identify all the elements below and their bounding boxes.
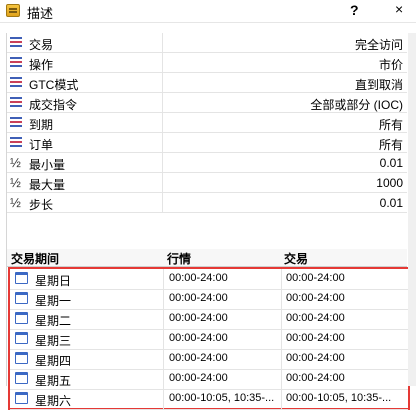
- property-value: 全部或部分 (IOC): [310, 98, 403, 112]
- property-label: 到期: [29, 118, 54, 132]
- property-value: 所有: [378, 138, 403, 152]
- property-label: 订单: [29, 138, 54, 152]
- property-label: 最小量: [29, 158, 66, 172]
- session-quotes: 00:00-10:05, 10:35-...: [169, 392, 275, 404]
- property-label: 步长: [29, 198, 54, 212]
- session-day: 星期三: [35, 334, 72, 348]
- session-quotes: 00:00-24:00: [169, 292, 228, 304]
- session-row[interactable]: 星期六 00:00-10:05, 10:35-... 00:00-10:05, 10…: [10, 389, 408, 410]
- property-row[interactable]: ½ 最小量 0.01: [7, 153, 407, 173]
- property-row[interactable]: ½ 最大量 1000: [7, 173, 407, 193]
- lines-icon: [10, 37, 22, 49]
- header-quotes[interactable]: 行情: [167, 250, 191, 267]
- calendar-icon: [15, 392, 28, 404]
- property-row[interactable]: 到期 所有: [7, 113, 407, 133]
- property-value: 所有: [378, 118, 403, 132]
- calendar-icon: [15, 272, 28, 284]
- scrollbar[interactable]: [408, 33, 416, 386]
- session-row[interactable]: 星期五 00:00-24:00 00:00-24:00: [10, 369, 408, 390]
- half-icon: ½: [10, 195, 21, 210]
- header-sessions[interactable]: 交易期间: [11, 250, 59, 267]
- session-trade: 00:00-24:00: [286, 272, 345, 284]
- help-button[interactable]: ?: [350, 2, 359, 18]
- session-row[interactable]: 星期四 00:00-24:00 00:00-24:00: [10, 349, 408, 370]
- session-quotes: 00:00-24:00: [169, 332, 228, 344]
- property-value: 完全访问: [354, 38, 403, 52]
- session-trade: 00:00-24:00: [286, 312, 345, 324]
- session-quotes: 00:00-24:00: [169, 372, 228, 384]
- session-quotes: 00:00-24:00: [169, 272, 228, 284]
- property-row[interactable]: 交易 完全访问: [7, 33, 407, 53]
- properties-table: 交易 完全访问 操作 市价 GTC模式 直到取消 成交指令 全部或部分 (IOC) 到期 所有 订单…: [6, 33, 410, 410]
- session-row[interactable]: 星期二 00:00-24:00 00:00-24:00: [10, 309, 408, 330]
- session-row[interactable]: 星期日 00:00-24:00 00:00-24:00: [10, 269, 408, 290]
- session-quotes: 00:00-24:00: [169, 312, 228, 324]
- property-row[interactable]: 成交指令 全部或部分 (IOC): [7, 93, 407, 113]
- header-trade[interactable]: 交易: [284, 250, 308, 267]
- lines-icon: [10, 97, 22, 109]
- property-value: 0.01: [379, 156, 403, 170]
- session-trade: 00:00-24:00: [286, 372, 345, 384]
- property-row[interactable]: GTC模式 直到取消: [7, 73, 407, 93]
- close-button[interactable]: ×: [395, 1, 403, 17]
- lines-icon: [10, 117, 22, 129]
- property-label: 最大量: [29, 178, 66, 192]
- calendar-icon: [15, 332, 28, 344]
- window-app-icon: [6, 4, 20, 17]
- property-value: 市价: [378, 58, 403, 72]
- sessions-header: 交易期间 行情 交易: [7, 249, 407, 267]
- calendar-icon: [15, 292, 28, 304]
- lines-icon: [10, 137, 22, 149]
- session-day: 星期日: [35, 274, 72, 288]
- property-label: 操作: [29, 58, 54, 72]
- session-row[interactable]: 星期三 00:00-24:00 00:00-24:00: [10, 329, 408, 350]
- property-value: 0.01: [379, 196, 403, 210]
- lines-icon: [10, 57, 22, 69]
- session-trade: 00:00-24:00: [286, 332, 345, 344]
- half-icon: ½: [10, 175, 21, 190]
- property-value: 直到取消: [354, 78, 403, 92]
- session-row[interactable]: 星期一 00:00-24:00 00:00-24:00: [10, 289, 408, 310]
- session-day: 星期二: [35, 314, 72, 328]
- calendar-icon: [15, 312, 28, 324]
- session-trade: 00:00-24:00: [286, 352, 345, 364]
- sessions-highlight: 星期日 00:00-24:00 00:00-24:00 星期一 00:00-24:00 0…: [8, 267, 410, 410]
- session-day: 星期五: [35, 374, 72, 388]
- calendar-icon: [15, 352, 28, 364]
- calendar-icon: [15, 372, 28, 384]
- session-day: 星期四: [35, 354, 72, 368]
- session-day: 星期六: [35, 394, 72, 408]
- session-day: 星期一: [35, 294, 72, 308]
- property-row[interactable]: 订单 所有: [7, 133, 407, 153]
- property-label: 成交指令: [29, 98, 78, 112]
- lines-icon: [10, 77, 22, 89]
- property-value: 1000: [376, 176, 403, 190]
- session-trade: 00:00-10:05, 10:35-...: [286, 392, 392, 404]
- half-icon: ½: [10, 155, 21, 170]
- window-title: 描述: [27, 6, 54, 21]
- property-row[interactable]: ½ 步长 0.01: [7, 193, 407, 213]
- session-trade: 00:00-24:00: [286, 292, 345, 304]
- property-row[interactable]: 操作 市价: [7, 53, 407, 73]
- title-bar: 描述 ? ×: [0, 0, 416, 23]
- session-quotes: 00:00-24:00: [169, 352, 228, 364]
- property-label: 交易: [29, 38, 54, 52]
- property-label: GTC模式: [29, 78, 79, 92]
